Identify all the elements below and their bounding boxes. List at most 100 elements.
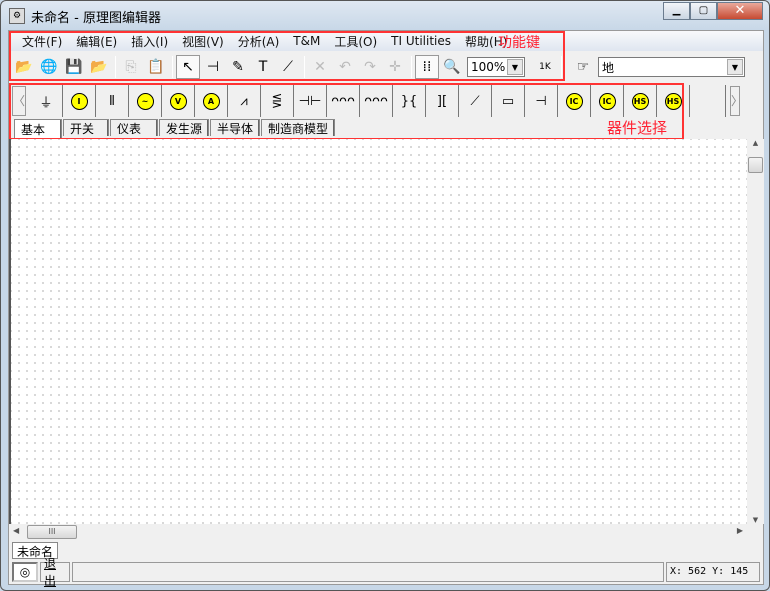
maximize-button[interactable]: ▢ bbox=[690, 2, 717, 20]
junction-button[interactable]: ✛ bbox=[383, 55, 407, 79]
component-search-select[interactable]: 地 ▼ bbox=[598, 57, 745, 77]
thermistor-icon: ▭ bbox=[501, 93, 515, 109]
component-dc-current-source[interactable]: I bbox=[63, 85, 96, 117]
menu-item[interactable]: 工具(O) bbox=[327, 33, 384, 50]
open-recent-button[interactable]: 📂 bbox=[87, 55, 111, 79]
component-capacitor[interactable]: ⊣⊢ bbox=[294, 85, 327, 117]
component-tab[interactable]: 开关 bbox=[63, 119, 109, 136]
text-button[interactable]: T bbox=[251, 55, 275, 79]
scroll-right-icon[interactable]: 〉 bbox=[730, 86, 743, 116]
component-tab[interactable]: 制造商模型 bbox=[261, 119, 336, 136]
component-empty-slot[interactable] bbox=[690, 85, 726, 117]
component-resistor[interactable]: ⩘ bbox=[228, 85, 261, 117]
menu-item[interactable]: 插入(I) bbox=[124, 33, 175, 50]
chevron-down-icon[interactable]: ▼ bbox=[507, 59, 523, 75]
zoom-button[interactable]: 🔍 bbox=[440, 55, 464, 79]
web-search-button[interactable]: 🌐 bbox=[37, 55, 61, 79]
web-search-icon: 🌐 bbox=[40, 59, 58, 75]
component-switch[interactable]: ⟋ bbox=[459, 85, 492, 117]
menu-item[interactable]: 视图(V) bbox=[175, 33, 231, 50]
component-variable-inductor[interactable]: ᴖᴖᴖ bbox=[360, 85, 393, 117]
ground-icon: ⏚ bbox=[39, 95, 53, 111]
wire-button[interactable]: ⊣ bbox=[201, 55, 225, 79]
component-voltmeter[interactable]: V bbox=[162, 85, 195, 117]
menu-item[interactable]: T&M bbox=[286, 34, 327, 48]
zoom-value: 100% bbox=[471, 60, 506, 74]
scroll-up-icon[interactable]: ▲ bbox=[747, 139, 764, 147]
redo-icon: ↷ bbox=[364, 59, 376, 75]
component-tab[interactable]: 发生源 bbox=[159, 119, 210, 136]
scroll-left-icon[interactable]: 〈 bbox=[12, 86, 26, 116]
component-hs-source-plus[interactable]: HS bbox=[657, 85, 690, 117]
horizontal-scroll-thumb[interactable]: III bbox=[27, 525, 77, 539]
ac-source-icon: ~ bbox=[136, 92, 154, 110]
cursor-coordinates: X: 562 Y: 145 bbox=[666, 561, 760, 582]
toolbar-separator bbox=[304, 56, 305, 78]
redo-button[interactable]: ↷ bbox=[358, 55, 382, 79]
vertical-scroll-thumb[interactable] bbox=[748, 157, 763, 173]
component-ground[interactable]: ⏚ bbox=[30, 85, 63, 117]
open-icon: 📂 bbox=[15, 59, 33, 75]
component-potentiometer[interactable]: ⋚ bbox=[261, 85, 294, 117]
grid-icon: ⁞⁞ bbox=[422, 59, 432, 75]
place-component-button[interactable]: ☞ bbox=[571, 55, 595, 79]
close-button[interactable]: ✕ bbox=[717, 2, 763, 20]
minimize-button[interactable]: ▁ bbox=[663, 2, 690, 20]
electrode-icon: ⊣ bbox=[535, 93, 547, 109]
open-button[interactable]: 📂 bbox=[12, 55, 36, 79]
schematic-canvas[interactable] bbox=[9, 139, 747, 524]
menu-item[interactable]: TI Utilities bbox=[384, 34, 458, 48]
component-ammeter[interactable]: A bbox=[195, 85, 228, 117]
zoom-select[interactable]: 100% ▼ bbox=[467, 57, 525, 77]
pointer-button[interactable]: ↖ bbox=[176, 55, 200, 79]
scroll-right-icon[interactable]: ▶ bbox=[737, 526, 743, 535]
pencil-icon: ✎ bbox=[232, 59, 244, 75]
delete-icon: ✕ bbox=[314, 59, 326, 75]
grid-button[interactable]: ⁞⁞ bbox=[415, 55, 439, 79]
component-thermistor[interactable]: ▭ bbox=[492, 85, 525, 117]
menu-item[interactable]: 文件(F) bbox=[15, 33, 69, 50]
component-tab[interactable]: 半导体 bbox=[210, 119, 261, 136]
menu-item[interactable]: 分析(A) bbox=[231, 33, 287, 50]
vertical-scrollbar[interactable]: ▲ ▼ bbox=[747, 139, 764, 524]
coupled-inductor-icon: }{ bbox=[400, 93, 418, 109]
horizontal-scrollbar[interactable]: ◀ III ▶ bbox=[9, 524, 747, 540]
toolbar-separator bbox=[115, 56, 116, 78]
component-tab[interactable]: 仪表 bbox=[110, 119, 158, 136]
paste-button[interactable]: 📋 bbox=[144, 55, 168, 79]
capacitor-icon: ⊣⊢ bbox=[298, 93, 322, 109]
component-inductor[interactable]: ᴖᴖᴖ bbox=[327, 85, 360, 117]
chevron-down-icon[interactable]: ▼ bbox=[727, 59, 743, 75]
pencil-button[interactable]: ✎ bbox=[226, 55, 250, 79]
component-coupled-inductor[interactable]: }{ bbox=[393, 85, 426, 117]
scroll-left-icon[interactable]: ◀ bbox=[13, 526, 19, 535]
ammeter-icon: A bbox=[202, 92, 220, 110]
save-button[interactable]: 💾 bbox=[62, 55, 86, 79]
component-tab[interactable]: 基本 bbox=[14, 119, 62, 138]
save-icon: 💾 bbox=[65, 59, 83, 75]
component-ic-source-plus[interactable]: IC bbox=[591, 85, 624, 117]
menu-item[interactable]: 编辑(E) bbox=[69, 33, 124, 50]
potentiometer-icon: ⋚ bbox=[271, 93, 283, 109]
component-value-button[interactable]: 1K bbox=[533, 55, 557, 79]
ic-source-plus-icon: IC bbox=[598, 92, 616, 110]
oscilloscope-icon[interactable]: ◎ bbox=[12, 561, 38, 582]
component-ic-source[interactable]: IC bbox=[558, 85, 591, 117]
junction-icon: ✛ bbox=[389, 59, 401, 75]
delete-button[interactable]: ✕ bbox=[308, 55, 332, 79]
copy-button[interactable]: ⎘ bbox=[119, 55, 143, 79]
exit-button[interactable]: 退出 bbox=[40, 557, 70, 588]
pointing-hand-icon: ☞ bbox=[576, 59, 590, 75]
scroll-down-icon[interactable]: ▼ bbox=[747, 516, 764, 524]
app-icon: ⚙ bbox=[9, 8, 25, 24]
undo-button[interactable]: ↶ bbox=[333, 55, 357, 79]
resistor-icon: ⩘ bbox=[240, 93, 248, 109]
component-electrode[interactable]: ⊣ bbox=[525, 85, 558, 117]
component-ac-source[interactable]: ~ bbox=[129, 85, 162, 117]
line-tool-button[interactable]: ⟋ bbox=[276, 55, 300, 79]
component-transformer[interactable]: ][ bbox=[426, 85, 459, 117]
status-bar: ◎ 退出 X: 562 Y: 145 bbox=[9, 557, 763, 588]
pointer-icon: ↖ bbox=[182, 59, 194, 75]
component-battery[interactable]: ⫴ bbox=[96, 85, 129, 117]
component-hs-source[interactable]: HS bbox=[624, 85, 657, 117]
